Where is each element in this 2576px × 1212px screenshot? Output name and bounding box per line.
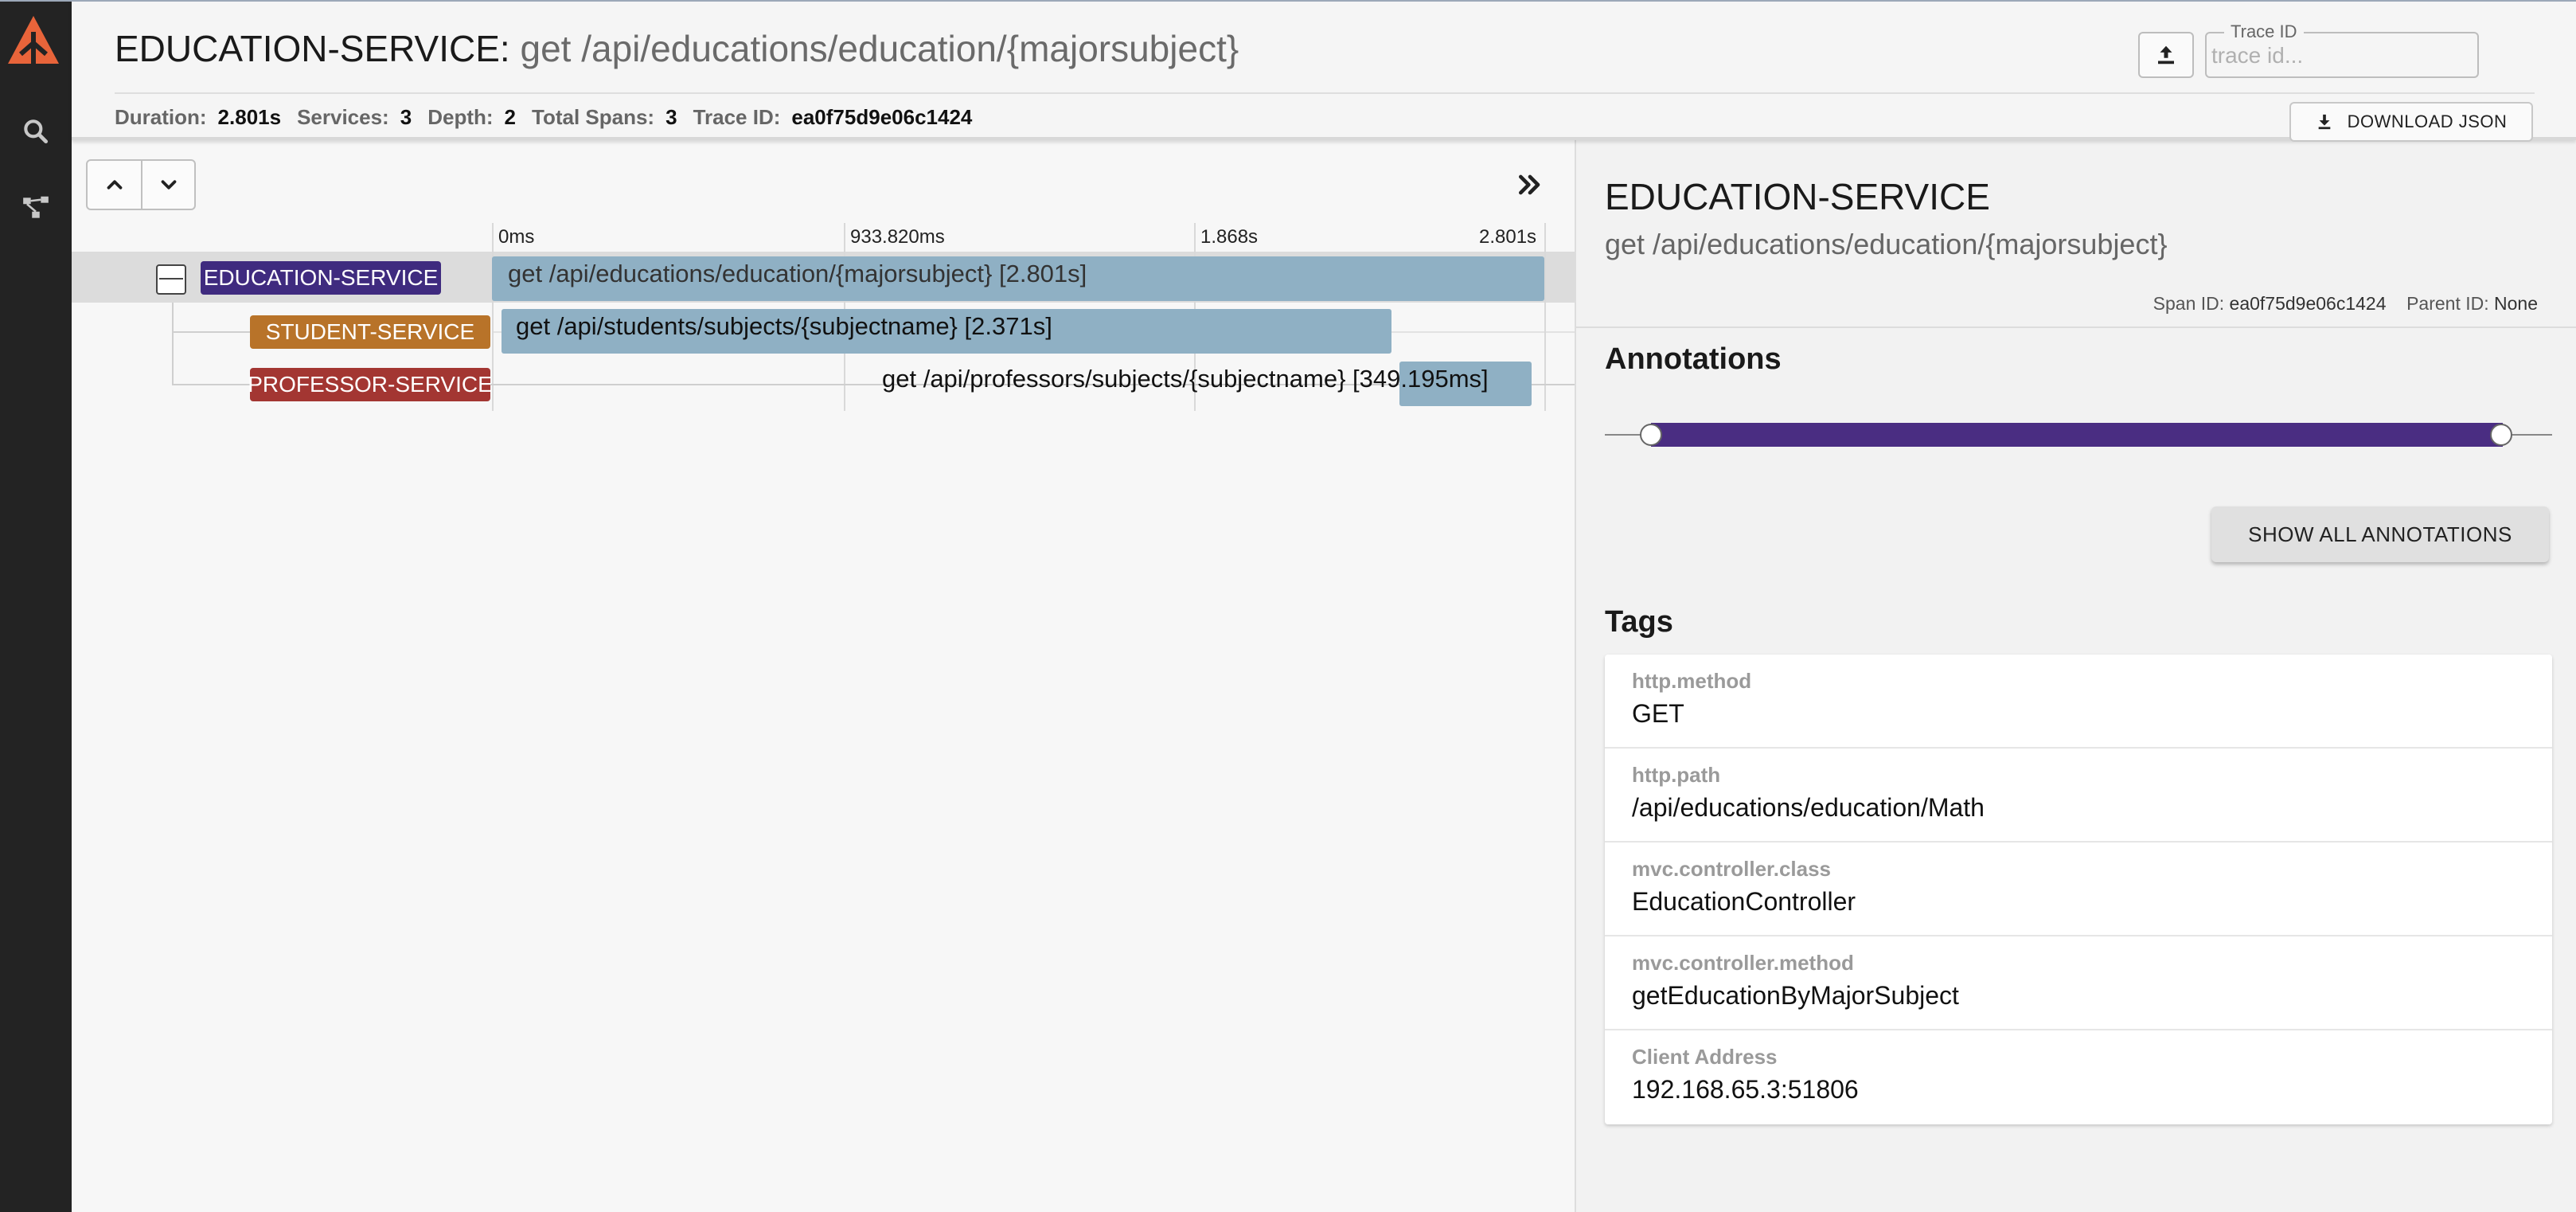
tag-key: Client Address	[1632, 1045, 1778, 1069]
tag-row: http.method GET	[1605, 655, 2552, 749]
trace-timeline: 0ms 933.820ms 1.868s 2.801s EDUCATION-SE…	[72, 140, 1575, 1212]
next-span-button[interactable]	[141, 161, 194, 209]
services-value: 3	[400, 105, 412, 129]
chevron-down-icon	[161, 180, 176, 190]
span-label-education: get /api/educations/education/{majorsubj…	[508, 260, 1087, 287]
tick-label: 0ms	[498, 226, 535, 248]
annotation-marker-end[interactable]	[2490, 424, 2512, 446]
tag-value: EducationController	[1632, 887, 1856, 916]
tick-label: 1.868s	[1200, 226, 1259, 248]
tag-row: http.path /api/educations/education/Math	[1605, 749, 2552, 843]
tick-label: 933.820ms	[850, 226, 945, 248]
chevron-up-icon	[107, 180, 122, 190]
download-icon	[2318, 114, 2330, 130]
duration-label: Duration:	[115, 105, 207, 129]
annotation-marker-start[interactable]	[1640, 424, 1662, 446]
toggle-detail-panel-button[interactable]	[1512, 167, 1548, 202]
trace-id-label: Trace ID:	[693, 105, 781, 129]
trace-id-value: ea0f75d9e06c1424	[791, 105, 973, 129]
dependency-graph-icon[interactable]	[16, 188, 56, 228]
trace-stats: Duration: 2.801s Services: 3 Depth: 2 To…	[115, 105, 988, 130]
detail-divider	[1576, 326, 2576, 328]
tags-heading: Tags	[1605, 605, 1673, 639]
service-badge-student[interactable]: STUDENT-SERVICE	[250, 315, 490, 349]
upload-json-button[interactable]	[2138, 32, 2194, 78]
span-navigation	[86, 159, 196, 210]
tag-row: Client Address 192.168.65.3:51806	[1605, 1030, 2552, 1124]
tag-key: mvc.controller.method	[1632, 951, 1854, 975]
trace-id-field: Trace ID	[2205, 22, 2479, 78]
download-json-button[interactable]: DOWNLOAD JSON	[2289, 102, 2533, 142]
span-ids: Span ID: ea0f75d9e06c1424 Parent ID: Non…	[2153, 293, 2538, 315]
tag-value: getEducationByMajorSubject	[1632, 981, 1959, 1010]
header-divider	[115, 92, 2535, 94]
tag-row: mvc.controller.class EducationController	[1605, 843, 2552, 936]
tag-row: mvc.controller.method getEducationByMajo…	[1605, 936, 2552, 1030]
trace-id-input[interactable]	[2210, 40, 2473, 72]
total-spans-label: Total Spans:	[532, 105, 655, 129]
duration-value: 2.801s	[217, 105, 282, 129]
service-badge-education[interactable]: EDUCATION-SERVICE	[201, 261, 441, 295]
download-json-label: DOWNLOAD JSON	[2347, 111, 2508, 131]
span-label-student: get /api/students/subjects/{subjectname}…	[516, 312, 1052, 340]
previous-span-button[interactable]	[88, 161, 141, 209]
depth-value: 2	[504, 105, 516, 129]
tag-key: mvc.controller.class	[1632, 857, 1832, 881]
detail-operation: get /api/educations/education/{majorsubj…	[1605, 228, 2168, 260]
sidebar	[0, 0, 72, 1212]
title-service-name: EDUCATION-SERVICE	[115, 28, 500, 69]
tag-key: http.path	[1632, 763, 1721, 787]
tag-key: http.method	[1632, 669, 1752, 693]
tags-list: http.method GET http.path /api/education…	[1605, 655, 2552, 1124]
double-chevron-right-icon	[1519, 174, 1540, 195]
tag-value: GET	[1632, 699, 1684, 728]
tag-value: 192.168.65.3:51806	[1632, 1075, 1859, 1104]
title-operation: get /api/educations/education/{majorsubj…	[509, 28, 1239, 69]
span-label-professor: get /api/professors/subjects/{subjectnam…	[882, 365, 1489, 393]
span-id-value: ea0f75d9e06c1424	[2229, 293, 2387, 314]
total-spans-value: 3	[665, 105, 677, 129]
span-detail-panel: EDUCATION-SERVICE get /api/educations/ed…	[1575, 140, 2576, 1212]
annotations-heading: Annotations	[1605, 342, 1782, 376]
tick-line	[1544, 223, 1546, 411]
annotation-timeline-bar	[1651, 423, 2503, 447]
page-title: EDUCATION-SERVICE: get /api/educations/e…	[115, 27, 1239, 70]
trace-header: EDUCATION-SERVICE: get /api/educations/e…	[72, 0, 2576, 142]
parent-id-label: Parent ID:	[2406, 293, 2489, 314]
zipkin-logo-icon[interactable]	[3, 13, 64, 73]
upload-icon	[2158, 45, 2174, 65]
search-icon[interactable]	[16, 111, 56, 151]
parent-id-value: None	[2494, 293, 2538, 314]
tick-label: 2.801s	[1479, 226, 1537, 248]
depth-label: Depth:	[427, 105, 494, 129]
tree-connector	[172, 303, 174, 384]
collapse-span-button[interactable]	[156, 264, 186, 295]
title-separator: :	[499, 28, 510, 69]
show-all-annotations-button[interactable]: SHOW ALL ANNOTATIONS	[2211, 506, 2549, 562]
service-badge-professor[interactable]: PROFESSOR-SERVICE	[248, 368, 493, 401]
services-label: Services:	[297, 105, 389, 129]
span-id-label: Span ID:	[2153, 293, 2225, 314]
tag-value: /api/educations/education/Math	[1632, 793, 1985, 822]
detail-service-name: EDUCATION-SERVICE	[1605, 176, 1990, 217]
